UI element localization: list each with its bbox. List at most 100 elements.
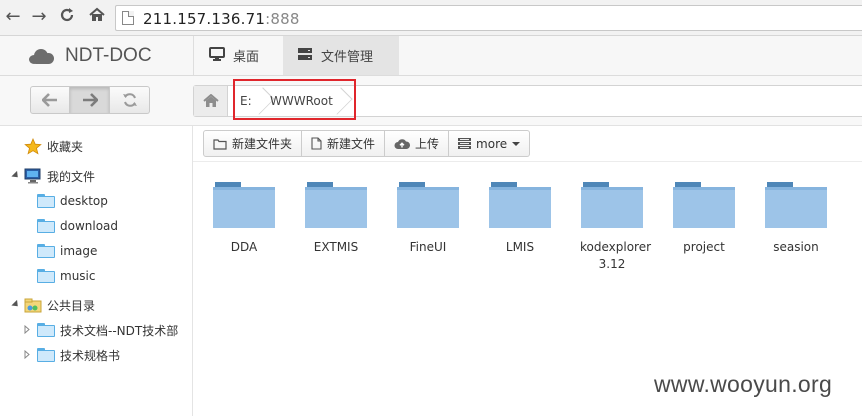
forward-button[interactable]: [70, 86, 110, 114]
sidebar-item-music[interactable]: music: [37, 265, 95, 287]
server-icon: [297, 47, 313, 65]
refresh-icon: [122, 93, 137, 107]
app-title: NDT-DOC: [65, 45, 152, 66]
tab-file-manager[interactable]: 文件管理: [283, 36, 399, 75]
path-bar: E: WWWRoot: [0, 76, 862, 126]
refresh-button[interactable]: [110, 86, 150, 114]
expand-arrow-icon[interactable]: [24, 325, 30, 334]
file-item[interactable]: FineUI: [382, 182, 474, 256]
file-name: kodexplorer 3.12: [580, 240, 652, 271]
sidebar-tree: 收藏夹 我的文件 desktop download image music 公共…: [0, 126, 193, 416]
folder-icon: [581, 182, 643, 228]
file-item[interactable]: DDA: [198, 182, 290, 256]
file-name: project: [683, 240, 725, 254]
collapse-arrow-icon[interactable]: [11, 170, 21, 181]
folder-icon: [37, 269, 55, 283]
cloud-upload-icon: [394, 138, 411, 150]
sidebar-item-public[interactable]: 公共目录: [24, 294, 95, 316]
folder-icon: [673, 182, 735, 228]
file-item[interactable]: seasion: [750, 182, 842, 256]
upload-button[interactable]: 上传: [385, 130, 450, 157]
arrow-left-icon: [42, 93, 57, 107]
new-file-button[interactable]: 新建文件: [302, 130, 386, 157]
sidebar-item-desktop[interactable]: desktop: [37, 190, 108, 212]
tab-desktop-label: 桌面: [233, 50, 260, 65]
sidebar-item-my-files[interactable]: 我的文件: [24, 165, 95, 187]
monitor-icon: [209, 46, 225, 65]
sidebar-item-label: music: [60, 269, 96, 283]
page-icon: [122, 11, 134, 25]
file-name: LMIS: [505, 240, 535, 254]
new-file-label: 新建文件: [327, 137, 376, 151]
sidebar-item-label: 技术文档--NDT技术部: [60, 323, 179, 338]
expand-arrow-icon[interactable]: [24, 350, 30, 359]
tab-file-manager-label: 文件管理: [321, 50, 374, 65]
shared-folder-icon: [24, 298, 42, 313]
folder-icon: [213, 182, 275, 228]
tab-desktop[interactable]: 桌面: [195, 36, 283, 75]
star-icon: [24, 137, 42, 155]
cloud-icon: [29, 48, 55, 64]
back-button[interactable]: [30, 86, 70, 114]
folder-icon: [489, 182, 551, 228]
folder-icon: [765, 182, 827, 228]
breadcrumb-home[interactable]: [194, 86, 228, 116]
home-icon: [202, 94, 219, 107]
sidebar-item-label: desktop: [60, 194, 108, 208]
sidebar-item-favorites[interactable]: 收藏夹: [24, 135, 83, 157]
annotation-highlight-box: [233, 79, 356, 120]
sidebar-item-image[interactable]: image: [37, 240, 97, 262]
new-folder-label: 新建文件夹: [232, 137, 293, 151]
folder-icon: [37, 219, 55, 233]
folder-icon: [37, 348, 55, 362]
sidebar-item-label: download: [60, 219, 119, 233]
folder-icon: [305, 182, 367, 228]
arrow-right-icon: [82, 93, 98, 107]
folder-icon: [37, 244, 55, 258]
upload-label: 上传: [415, 137, 440, 151]
sidebar-item-tech-docs[interactable]: 技术文档--NDT技术部: [37, 319, 178, 341]
app-logo: NDT-DOC: [29, 44, 152, 68]
file-name: DDA: [230, 240, 258, 254]
sidebar-item-label: 我的文件: [47, 169, 96, 184]
url-host: 211.157.136.71: [143, 10, 266, 28]
file-item[interactable]: project: [658, 182, 750, 256]
browser-reload-icon[interactable]: [56, 6, 78, 28]
sidebar-item-label: 技术规格书: [60, 348, 121, 363]
collapse-arrow-icon[interactable]: [11, 299, 21, 310]
more-label: more: [476, 136, 508, 151]
caret-down-icon: [512, 141, 521, 146]
browser-forward-icon[interactable]: →: [28, 6, 50, 28]
folder-icon: [397, 182, 459, 228]
computer-icon: [24, 168, 41, 184]
sidebar-item-label: 公共目录: [47, 298, 96, 313]
browser-toolbar: ← → 211.157.136.71:888: [0, 0, 862, 36]
file-name: FineUI: [409, 240, 447, 254]
folder-icon: [37, 194, 55, 208]
history-buttons: [30, 86, 150, 114]
watermark: www.wooyun.org: [654, 371, 833, 397]
file-item[interactable]: kodexplorer 3.12: [566, 182, 658, 273]
url-text: 211.157.136.71:888: [143, 10, 300, 28]
folder-outline-icon: [213, 138, 227, 150]
folder-icon: [37, 323, 55, 337]
more-dropdown-button[interactable]: more: [449, 130, 531, 157]
browser-home-icon[interactable]: [86, 6, 108, 28]
file-item[interactable]: LMIS: [474, 182, 566, 256]
new-folder-button[interactable]: 新建文件夹: [203, 130, 303, 157]
content-divider: [193, 161, 862, 162]
list-icon: [458, 138, 472, 149]
browser-back-icon[interactable]: ←: [2, 6, 24, 28]
app-header: NDT-DOC 桌面 文件管理: [0, 36, 862, 76]
sidebar-item-tech-specs[interactable]: 技术规格书: [37, 344, 120, 366]
file-toolbar: 新建文件夹 新建文件 上传 more: [203, 130, 531, 157]
file-name: seasion: [773, 240, 819, 254]
sidebar-item-label: image: [60, 244, 98, 258]
sidebar-item-label: 收藏夹: [47, 139, 84, 154]
sidebar-item-download[interactable]: download: [37, 215, 118, 237]
file-name: EXTMIS: [313, 240, 359, 254]
file-item[interactable]: EXTMIS: [290, 182, 382, 256]
url-port: :888: [265, 10, 300, 28]
header-divider: [193, 36, 194, 75]
address-bar[interactable]: 211.157.136.71:888: [115, 5, 862, 31]
